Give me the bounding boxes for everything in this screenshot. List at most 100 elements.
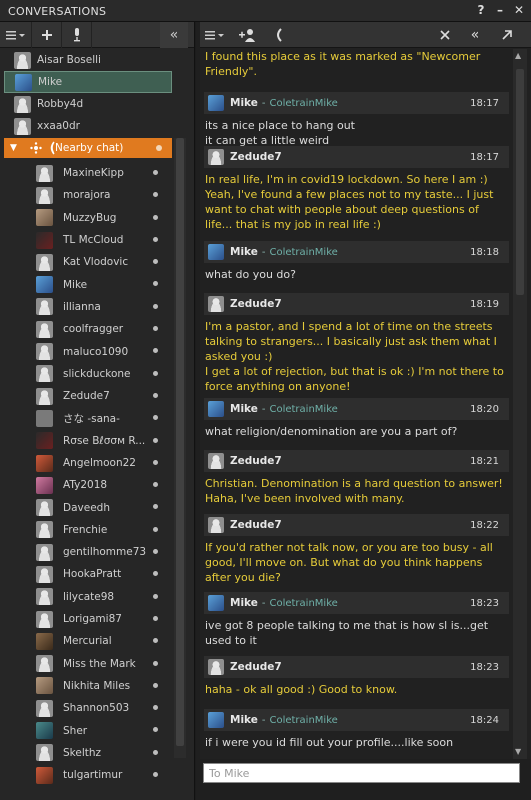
avatar[interactable]: [208, 712, 224, 728]
chat-options-button[interactable]: [200, 22, 230, 48]
tear-off-button[interactable]: [494, 22, 520, 48]
avatar[interactable]: [208, 244, 224, 260]
participant-item[interactable]: MaxineKipp: [0, 162, 172, 184]
conversation-item-xxaa0dr[interactable]: xxaa0dr: [4, 115, 172, 137]
participant-item[interactable]: gentilhomme73: [0, 541, 172, 563]
add-friend-button[interactable]: [232, 22, 262, 48]
avatar: [36, 409, 53, 427]
sender-name[interactable]: Mike: [230, 246, 258, 258]
chat-scrollbar[interactable]: ▲ ▼: [513, 49, 527, 759]
scroll-up-icon[interactable]: ▲: [515, 51, 521, 60]
participant-item[interactable]: さな -sana-: [0, 407, 172, 429]
scrollbar-thumb[interactable]: [176, 138, 184, 746]
participant-item[interactable]: Miss the Mark: [0, 653, 172, 675]
participant-item[interactable]: Mercurial: [0, 630, 172, 652]
participant-name: Angelmoon22: [63, 457, 136, 469]
nearby-chat-label: (Nearby chat): [50, 142, 124, 154]
avatar: [36, 253, 53, 271]
participant-item[interactable]: Rσse Bℓσσм R...: [0, 430, 172, 452]
participant-item[interactable]: Sher: [0, 719, 172, 741]
conversation-name: Robby4d: [37, 98, 84, 110]
chat-input[interactable]: [204, 764, 519, 782]
avatar[interactable]: [208, 149, 224, 165]
minimize-button[interactable]: –: [494, 3, 506, 17]
status-dot: [153, 749, 158, 755]
avatar[interactable]: [208, 595, 224, 611]
help-button[interactable]: ?: [475, 3, 487, 17]
participant-item[interactable]: tulgartimur: [0, 764, 172, 786]
message-timestamp: 18:21: [470, 455, 499, 467]
sender-username[interactable]: ColetrainMike: [269, 598, 337, 609]
status-dot: [153, 281, 158, 287]
sender-name[interactable]: Mike: [230, 403, 258, 415]
avatar: [36, 432, 53, 450]
avatar[interactable]: [208, 659, 224, 675]
status-dot: [153, 303, 158, 309]
message-header: Zedude7 18:19: [204, 293, 509, 315]
sender-name[interactable]: Zedude7: [230, 455, 282, 467]
participant-item[interactable]: illianna: [0, 296, 172, 318]
close-conversation-button[interactable]: [432, 22, 458, 48]
participant-item[interactable]: Nikhita Miles: [0, 675, 172, 697]
avatar: [36, 186, 53, 204]
sender-name[interactable]: Mike: [230, 597, 258, 609]
scroll-down-icon[interactable]: ▼: [515, 747, 521, 756]
avatar: [36, 231, 53, 249]
close-window-button[interactable]: ✕: [513, 3, 525, 17]
status-dot: [153, 593, 158, 599]
collapse-panel-button[interactable]: «: [160, 22, 188, 48]
conversation-item-aisar-boselli[interactable]: Aisar Boselli: [4, 49, 172, 71]
chat-input-box[interactable]: [203, 763, 520, 783]
participant-name: lilycate98: [63, 590, 115, 603]
participant-item[interactable]: Frenchie: [0, 519, 172, 541]
sender-name[interactable]: Mike: [230, 714, 258, 726]
participant-item[interactable]: Shannon503: [0, 697, 172, 719]
participant-item[interactable]: Zedude7: [0, 385, 172, 407]
sender-username[interactable]: ColetrainMike: [269, 715, 337, 726]
sender-username[interactable]: ColetrainMike: [269, 98, 337, 109]
sender-name[interactable]: Zedude7: [230, 661, 282, 673]
avatar[interactable]: [208, 296, 224, 312]
participant-item[interactable]: MuzzyBug: [0, 207, 172, 229]
participant-item[interactable]: Daveedh: [0, 496, 172, 518]
collapse-list-button[interactable]: «: [462, 22, 488, 48]
participant-item[interactable]: HookaPratt: [0, 563, 172, 585]
sender-name[interactable]: Zedude7: [230, 519, 282, 531]
conversation-item-robby4d[interactable]: Robby4d: [4, 93, 172, 115]
sender-username[interactable]: ColetrainMike: [269, 404, 337, 415]
avatar[interactable]: [208, 517, 224, 533]
participants-scrollbar[interactable]: [174, 138, 186, 758]
participant-name: Frenchie: [63, 523, 108, 536]
avatar: [36, 387, 53, 405]
participant-item[interactable]: lilycate98: [0, 586, 172, 608]
participant-item[interactable]: Angelmoon22: [0, 452, 172, 474]
participant-item[interactable]: Lorigami87: [0, 608, 172, 630]
add-conversation-button[interactable]: [32, 21, 62, 48]
participant-item[interactable]: TL McCloud: [0, 229, 172, 251]
view-options-button[interactable]: [0, 21, 32, 48]
participant-name: TL McCloud: [63, 234, 124, 247]
participant-item[interactable]: Mike: [0, 273, 172, 295]
avatar[interactable]: [208, 95, 224, 111]
avatar[interactable]: [208, 401, 224, 417]
sender-name[interactable]: Zedude7: [230, 151, 282, 163]
participant-item[interactable]: maluco1090: [0, 340, 172, 362]
participant-item[interactable]: coolfragger: [0, 318, 172, 340]
participant-item[interactable]: slickduckone: [0, 363, 172, 385]
participant-item[interactable]: ATy2018: [0, 474, 172, 496]
sender-username[interactable]: ColetrainMike: [269, 247, 337, 258]
participant-item[interactable]: Kat Vlodovic: [0, 251, 172, 273]
avatar[interactable]: [208, 453, 224, 469]
sender-name[interactable]: Zedude7: [230, 298, 282, 310]
sender-name[interactable]: Mike: [230, 97, 258, 109]
nearby-participants-list: MaxineKipp morajora MuzzyBug TL McCloud Kat …: [0, 162, 172, 786]
participant-name: ATy2018: [63, 479, 108, 492]
nearby-chat-header[interactable]: ▼ (Nearby chat): [4, 138, 172, 158]
voice-button[interactable]: [62, 21, 92, 48]
conversation-item-mike[interactable]: Mike: [4, 71, 172, 93]
scrollbar-thumb[interactable]: [516, 69, 524, 295]
call-button[interactable]: [264, 22, 294, 48]
participant-item[interactable]: morajora: [0, 184, 172, 206]
participant-item[interactable]: Skelthz: [0, 742, 172, 764]
status-dot: [153, 571, 158, 577]
